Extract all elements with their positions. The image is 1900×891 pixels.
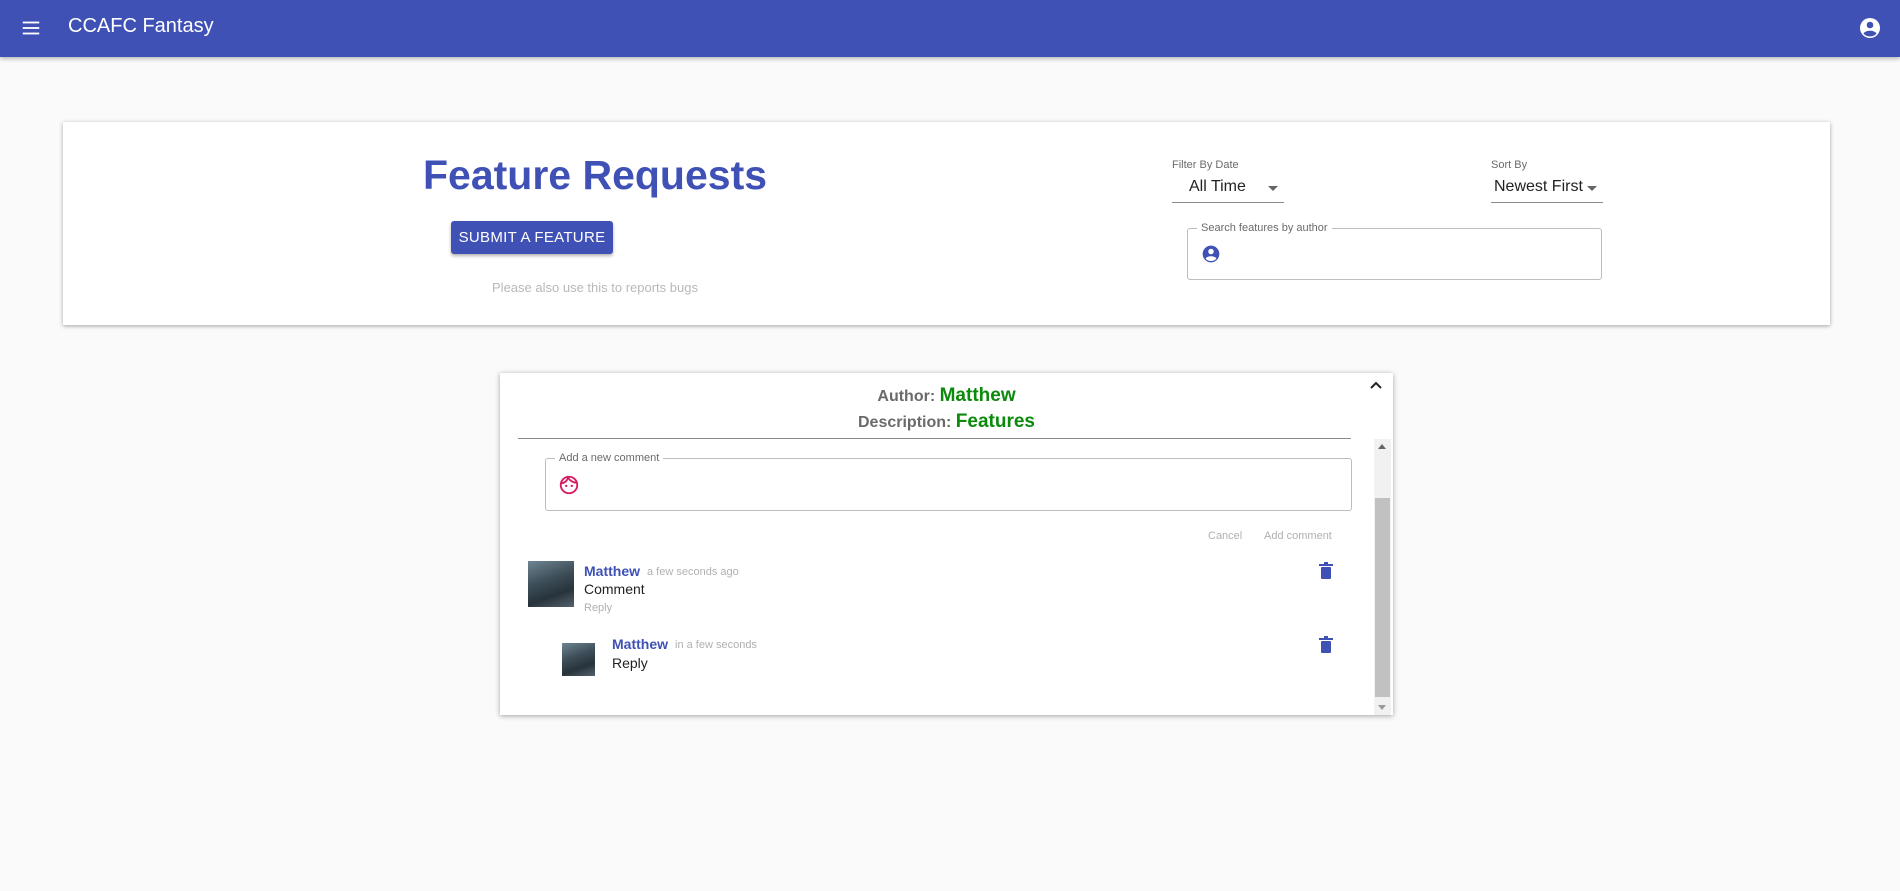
trash-icon[interactable]: [1318, 636, 1334, 654]
face-icon: [559, 475, 579, 495]
description-label: Description:: [858, 414, 952, 431]
avatar: [562, 643, 595, 676]
scroll-up-icon[interactable]: [1378, 444, 1386, 449]
reply-button[interactable]: Reply: [584, 602, 612, 614]
menu-icon[interactable]: [20, 17, 42, 39]
sort-by-value: Newest First: [1494, 178, 1583, 195]
comment-author[interactable]: Matthew: [584, 563, 640, 579]
author-label: Author:: [877, 388, 936, 405]
chevron-down-icon: [1268, 186, 1278, 191]
sort-by-select[interactable]: Newest First: [1491, 174, 1603, 203]
reply-time: in a few seconds: [675, 639, 757, 651]
scroll-thumb[interactable]: [1375, 498, 1390, 697]
app-title: CCAFC Fantasy: [68, 15, 214, 37]
bug-report-hint: Please also use this to reports bugs: [492, 280, 698, 295]
comment-time: a few seconds ago: [647, 566, 739, 578]
new-comment-label: Add a new comment: [555, 452, 664, 464]
account-circle-icon: [1202, 245, 1220, 263]
filter-by-date-value: All Time: [1189, 178, 1246, 195]
page-title: Feature Requests: [422, 152, 768, 198]
filter-by-date-label: Filter By Date: [1172, 159, 1239, 171]
trash-icon[interactable]: [1318, 562, 1334, 580]
feature-description-line: Description: Features: [500, 411, 1393, 433]
comment-text: Comment: [584, 581, 645, 597]
scrollbar[interactable]: [1374, 439, 1391, 715]
new-comment-input[interactable]: Add a new comment: [545, 452, 1352, 511]
submit-feature-button[interactable]: SUBMIT A FEATURE: [451, 221, 613, 254]
reply-author[interactable]: Matthew: [612, 636, 668, 652]
reply-text: Reply: [612, 655, 648, 671]
account-circle-icon[interactable]: [1858, 16, 1882, 40]
filter-by-date-select[interactable]: All Time: [1172, 174, 1284, 203]
scroll-down-icon[interactable]: [1378, 705, 1386, 710]
feature-author-line: Author: Matthew: [500, 385, 1393, 407]
app-bar: CCAFC Fantasy: [0, 0, 1900, 57]
feature-card: Author: Matthew Description: Features Ad…: [500, 373, 1393, 715]
chevron-down-icon: [1587, 186, 1597, 191]
feature-requests-header: Feature Requests SUBMIT A FEATURE Please…: [63, 122, 1830, 325]
divider: [518, 438, 1351, 439]
feature-author: Matthew: [939, 385, 1016, 406]
avatar: [528, 561, 574, 607]
search-author-input[interactable]: Search features by author: [1187, 222, 1602, 280]
add-comment-button[interactable]: Add comment: [1264, 530, 1332, 542]
feature-description: Features: [955, 411, 1035, 432]
cancel-button[interactable]: Cancel: [1208, 530, 1242, 542]
search-author-label: Search features by author: [1197, 222, 1332, 234]
sort-by-label: Sort By: [1491, 159, 1528, 171]
